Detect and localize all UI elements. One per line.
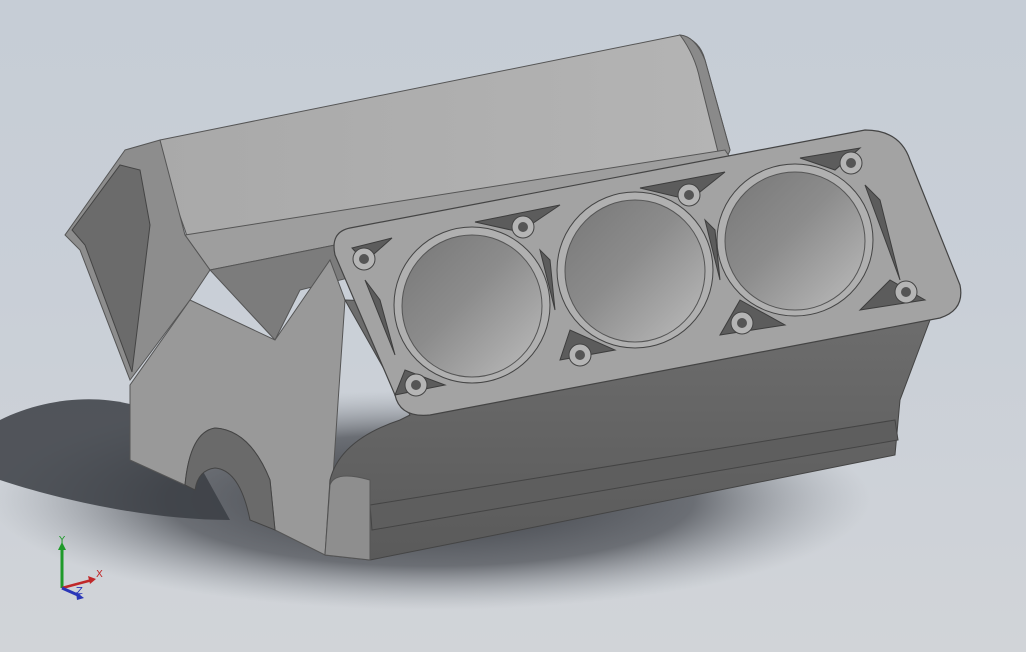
- bolt-hole-4: [839, 151, 863, 175]
- bolt-hole-6: [568, 343, 592, 367]
- graphics-viewport[interactable]: Y X Z: [0, 0, 1026, 652]
- x-axis-label: X: [96, 569, 103, 580]
- sidewall-flange: [324, 475, 371, 561]
- bolt-hole-1: [352, 247, 376, 271]
- x-axis-arrow: [88, 576, 96, 584]
- bolt-hole-5: [404, 373, 428, 397]
- bolt-hole-7: [730, 311, 754, 335]
- bore-1-inner: [401, 234, 543, 378]
- coordinate-triad: Y X Z: [50, 534, 110, 606]
- bore-3-inner: [724, 171, 866, 311]
- bolt-hole-3: [677, 183, 701, 207]
- bolt-hole-8: [894, 280, 918, 304]
- z-axis-label: Z: [76, 586, 83, 597]
- y-axis-label: Y: [59, 535, 66, 546]
- bolt-hole-2: [511, 215, 535, 239]
- bore-2-inner: [564, 199, 706, 343]
- engine-block-model[interactable]: [0, 0, 1026, 652]
